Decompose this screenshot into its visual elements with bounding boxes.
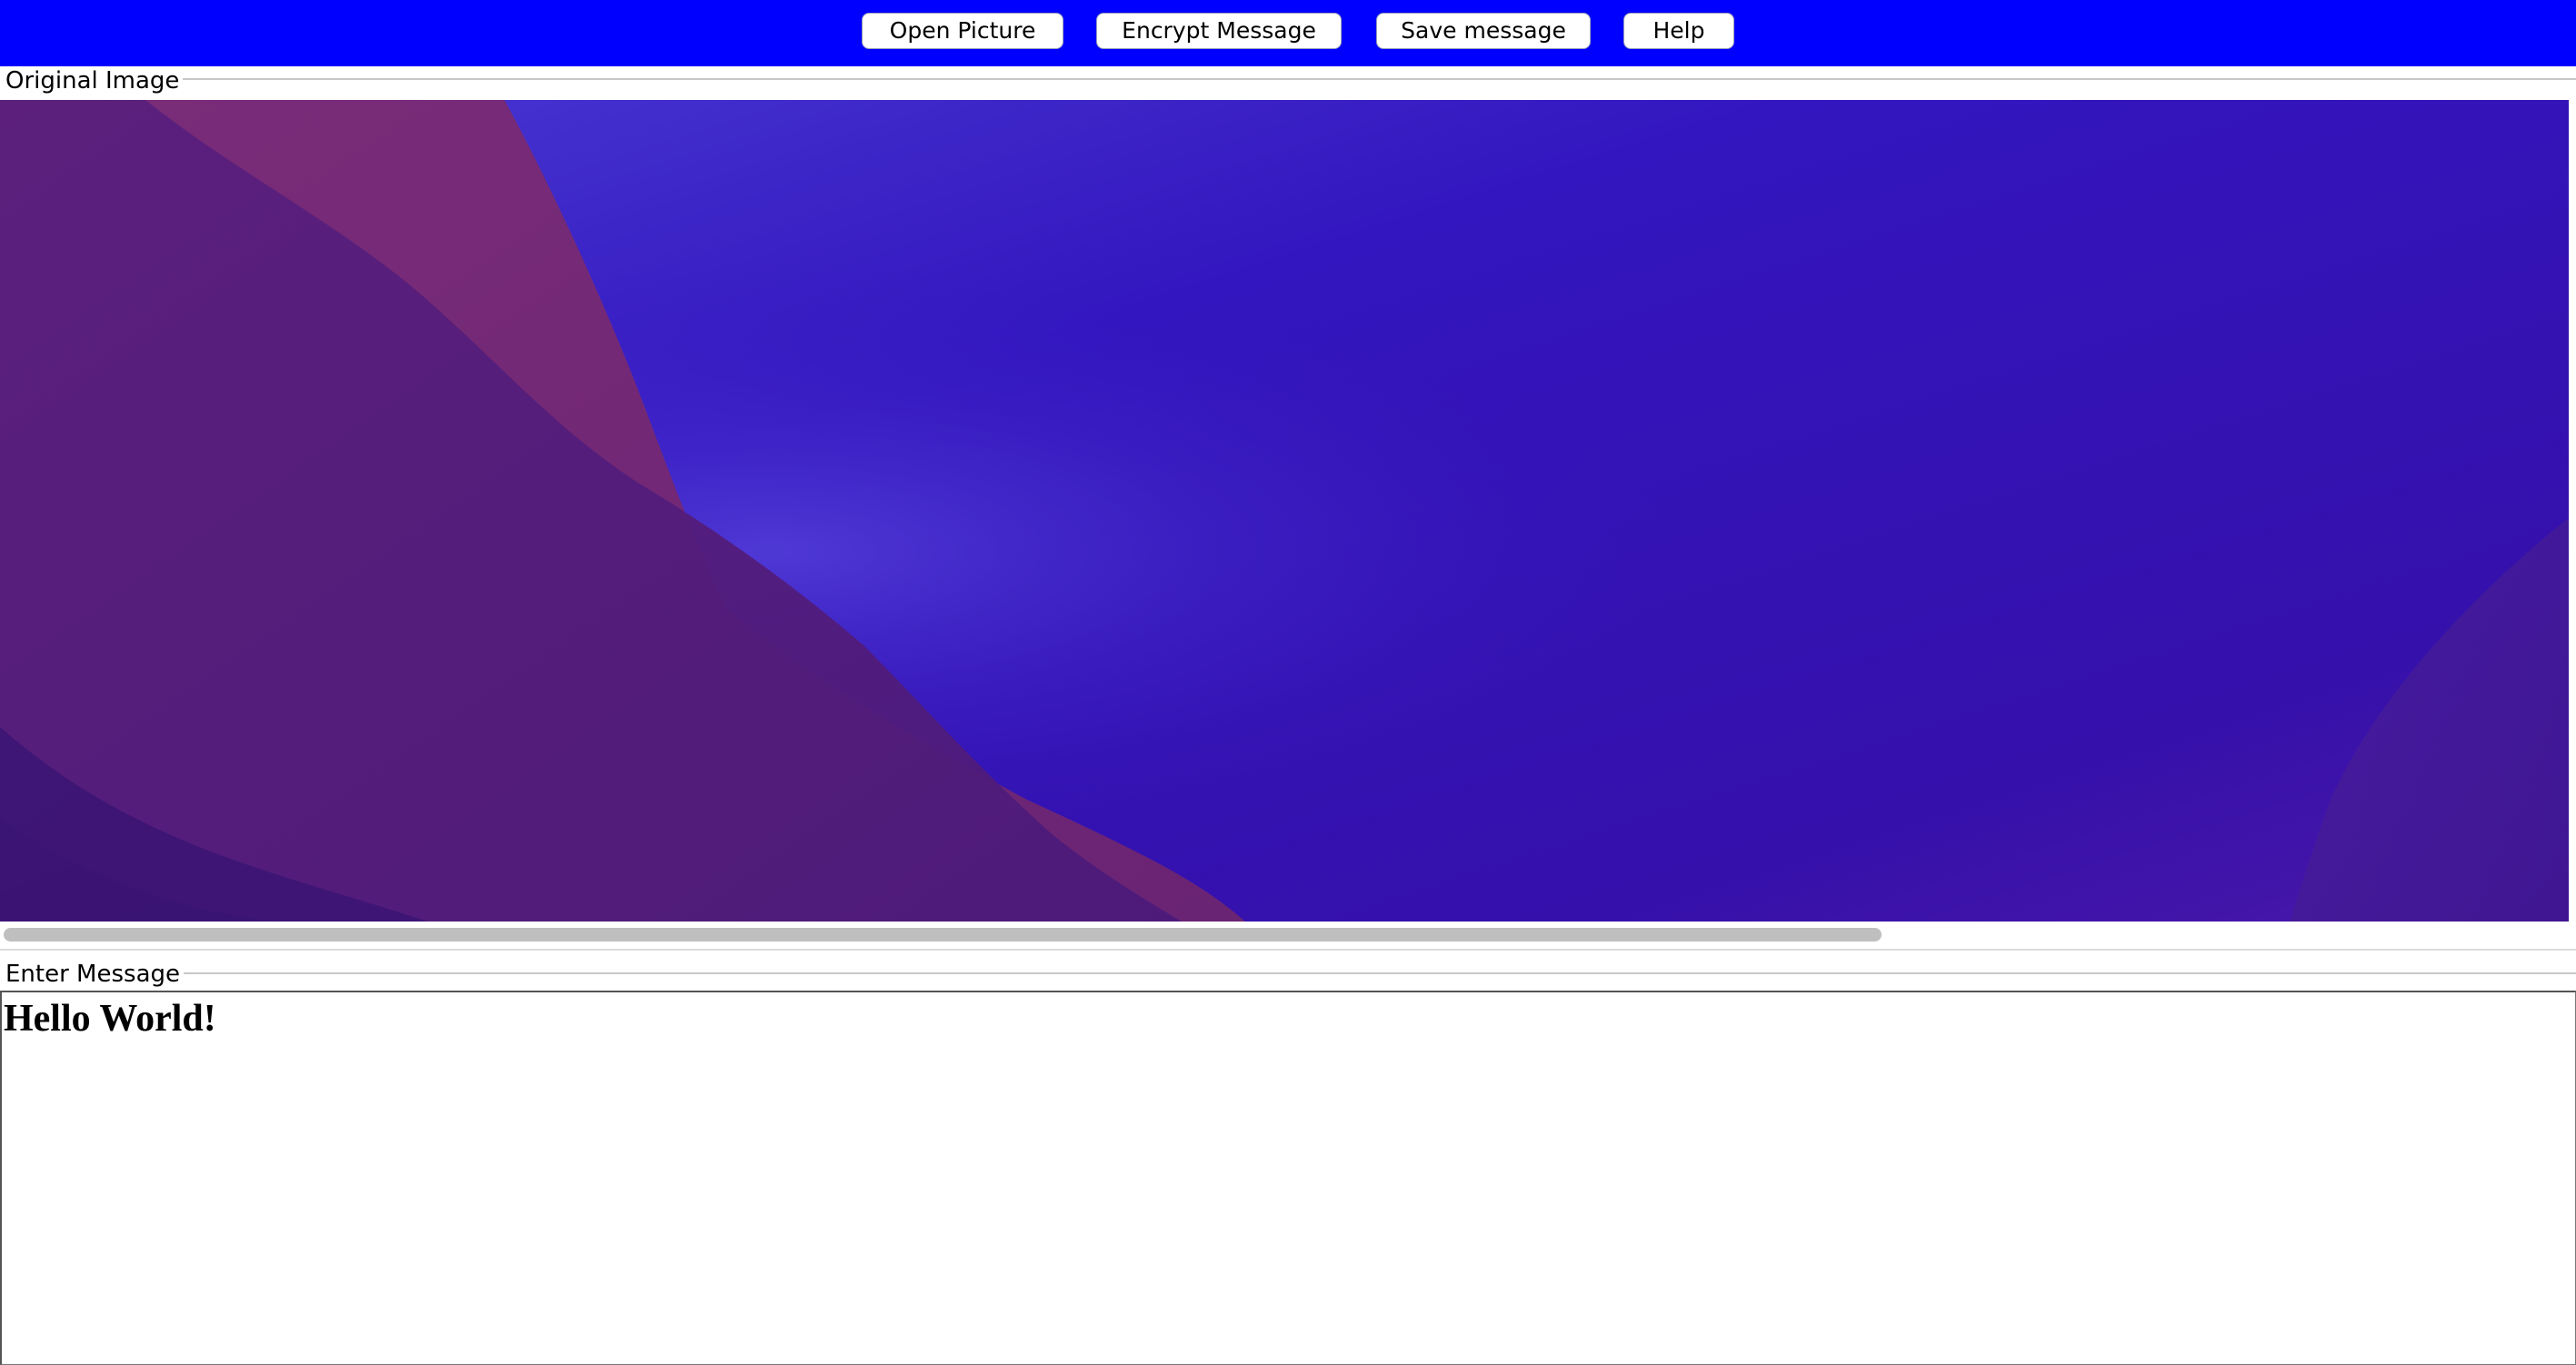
message-text-area[interactable]: Hello World! bbox=[0, 991, 2576, 1365]
panel-divider[interactable] bbox=[0, 949, 2576, 951]
original-image-group-border bbox=[0, 78, 2576, 80]
save-message-button[interactable]: Save message bbox=[1376, 13, 1591, 49]
steganography-app-window: Open Picture Encrypt Message Save messag… bbox=[0, 0, 2576, 1365]
help-button[interactable]: Help bbox=[1623, 13, 1734, 49]
enter-message-group-border bbox=[0, 972, 2576, 974]
original-image-group-title: Original Image bbox=[0, 67, 184, 95]
scrollbar-thumb[interactable] bbox=[4, 928, 1882, 942]
toolbar: Open Picture Encrypt Message Save messag… bbox=[0, 0, 2576, 66]
image-horizontal-scrollbar[interactable] bbox=[0, 923, 2569, 945]
loaded-picture bbox=[0, 100, 2569, 922]
enter-message-group-title: Enter Message bbox=[0, 961, 185, 988]
original-image-viewport[interactable] bbox=[0, 100, 2569, 922]
encrypt-message-button[interactable]: Encrypt Message bbox=[1096, 13, 1342, 49]
open-picture-button[interactable]: Open Picture bbox=[862, 13, 1063, 49]
